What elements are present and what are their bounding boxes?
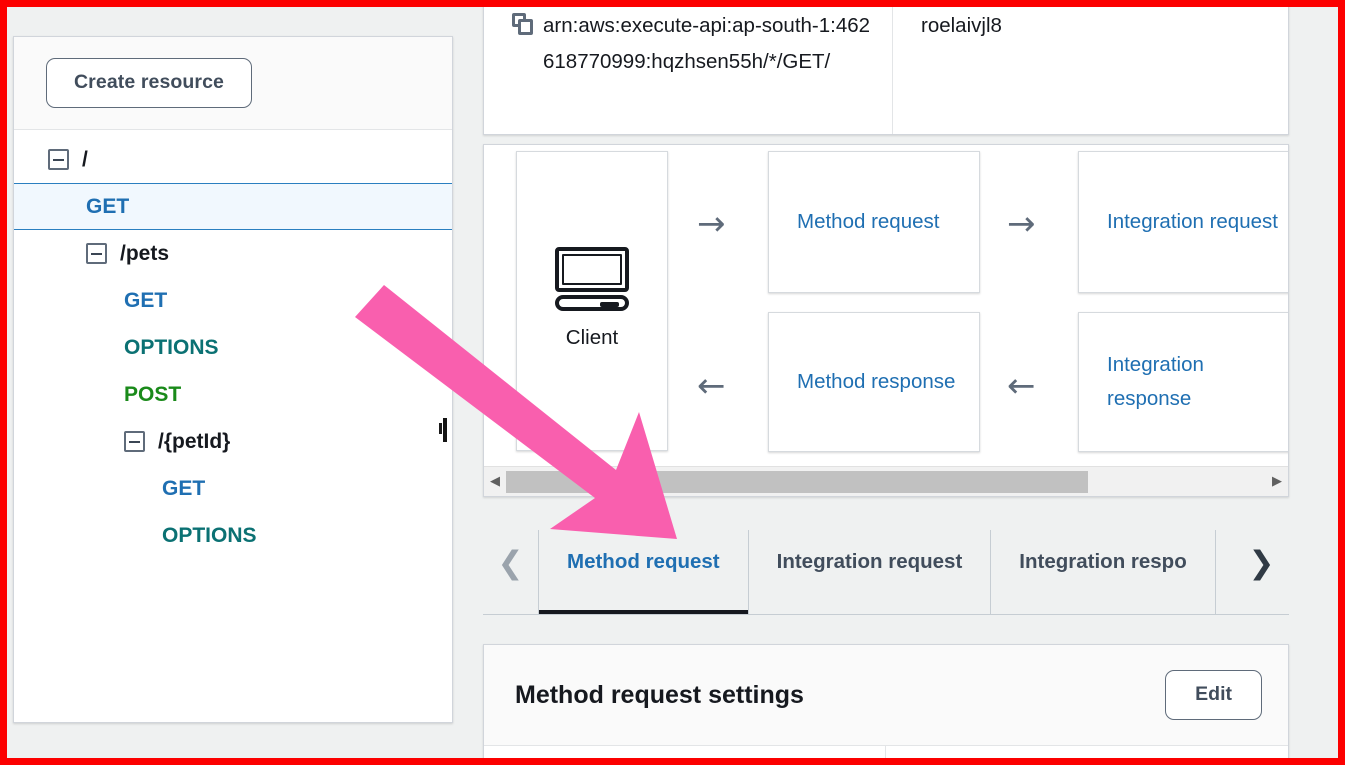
tree-row-label: /pets	[120, 241, 170, 265]
tree-row-resource-petId[interactable]: /{petId}	[14, 418, 452, 465]
api-id-value: roelaivjl8	[921, 14, 1002, 37]
tree-row-method-GET[interactable]: GET	[14, 465, 452, 512]
settings-column-1	[484, 746, 886, 758]
tab-strip: Method request Integration request Integra…	[538, 530, 1234, 614]
diagram-canvas: Client → ← → ← Method request Method res…	[484, 145, 1288, 466]
screenshot-root: Create resource / GET/pets GET OPTIONS POST /…	[0, 0, 1345, 765]
arrow-left-icon-2: ←	[1007, 366, 1036, 406]
method-info-card: arn:aws:execute-api:ap-south-1:462618770…	[483, 7, 1289, 135]
diagram-horizontal-scrollbar[interactable]: ◀ ▶	[484, 466, 1288, 496]
tree-row-label: /	[82, 147, 88, 171]
chevron-left-icon[interactable]: ❮	[483, 530, 538, 614]
arrow-right-icon-1: →	[697, 204, 726, 244]
tree-collapse-icon[interactable]	[48, 149, 69, 170]
main-column: arn:aws:execute-api:ap-south-1:462618770…	[483, 7, 1289, 758]
settings-header: Method request settings Edit	[484, 645, 1288, 746]
tree-row-method-OPTIONS[interactable]: OPTIONS	[14, 512, 452, 559]
settings-title: Method request settings	[515, 680, 804, 709]
tree-collapse-icon[interactable]	[124, 431, 145, 452]
diagram-method-response-box[interactable]: Method response	[768, 312, 980, 452]
diagram-integration-response-box[interactable]: Integration response	[1078, 312, 1288, 452]
tree-row-resource-pets[interactable]: /pets	[14, 230, 452, 277]
chevron-right-icon[interactable]: ❯	[1234, 530, 1289, 614]
copy-icon-front-square	[518, 19, 533, 35]
tree-row-label: GET	[86, 194, 130, 218]
method-request-settings-card: Method request settings Edit	[483, 644, 1289, 758]
panel-resize-caret[interactable]	[439, 418, 448, 442]
tab-integration-request[interactable]: Integration request	[747, 530, 991, 614]
tree-row-method-GET[interactable]: GET	[14, 277, 452, 324]
tree-row-label: GET	[162, 476, 206, 500]
tree-collapse-icon[interactable]	[86, 243, 107, 264]
scroll-left-arrow-icon[interactable]: ◀	[484, 474, 506, 489]
tree-row-resource-[interactable]: /	[14, 136, 452, 183]
sidebar-header: Create resource	[14, 37, 452, 130]
tab-method-request[interactable]: Method request	[538, 530, 748, 614]
resources-sidebar: Create resource / GET/pets GET OPTIONS POST /…	[13, 36, 453, 723]
scrollbar-thumb[interactable]	[506, 470, 1088, 493]
method-tabs: ❮ Method request Integration request Integ…	[483, 530, 1289, 615]
api-id-column: roelaivjl8	[893, 7, 1018, 134]
arrow-right-icon-2: →	[1007, 204, 1036, 244]
tree-row-label: OPTIONS	[162, 523, 257, 547]
diagram-integration-request-box[interactable]: Integration request	[1078, 151, 1288, 293]
monitor-screen	[555, 247, 629, 292]
caret-nub	[439, 423, 442, 434]
scrollbar-track[interactable]	[506, 470, 1266, 493]
tree-row-method-POST[interactable]: POST	[14, 371, 452, 418]
caret-bar	[443, 418, 447, 442]
arrow-left-icon-1: ←	[697, 366, 726, 406]
arn-column: arn:aws:execute-api:ap-south-1:462618770…	[484, 7, 893, 134]
copy-icon[interactable]	[512, 13, 534, 36]
resource-tree: / GET/pets GET OPTIONS POST /{petId} GET OPTION…	[14, 130, 452, 559]
diagram-client-box: Client	[516, 151, 668, 451]
method-execution-diagram: Client → ← → ← Method request Method res…	[483, 144, 1289, 497]
tree-row-label: GET	[124, 288, 168, 312]
tab-integration-respo[interactable]: Integration respo	[990, 530, 1216, 614]
client-label: Client	[565, 326, 619, 349]
tree-row-label: POST	[124, 382, 182, 406]
diagram-method-request-box[interactable]: Method request	[768, 151, 980, 293]
tree-row-label: /{petId}	[158, 429, 231, 453]
create-resource-button[interactable]: Create resource	[46, 58, 252, 108]
settings-body	[484, 746, 1288, 758]
tree-row-method-GET[interactable]: GET	[14, 183, 452, 230]
tree-row-method-OPTIONS[interactable]: OPTIONS	[14, 324, 452, 371]
scroll-right-arrow-icon[interactable]: ▶	[1266, 474, 1288, 489]
monitor-base	[555, 295, 629, 311]
arn-value: arn:aws:execute-api:ap-south-1:462618770…	[543, 14, 871, 73]
monitor-icon	[555, 247, 629, 311]
tree-row-label: OPTIONS	[124, 335, 219, 359]
edit-button[interactable]: Edit	[1165, 670, 1262, 720]
